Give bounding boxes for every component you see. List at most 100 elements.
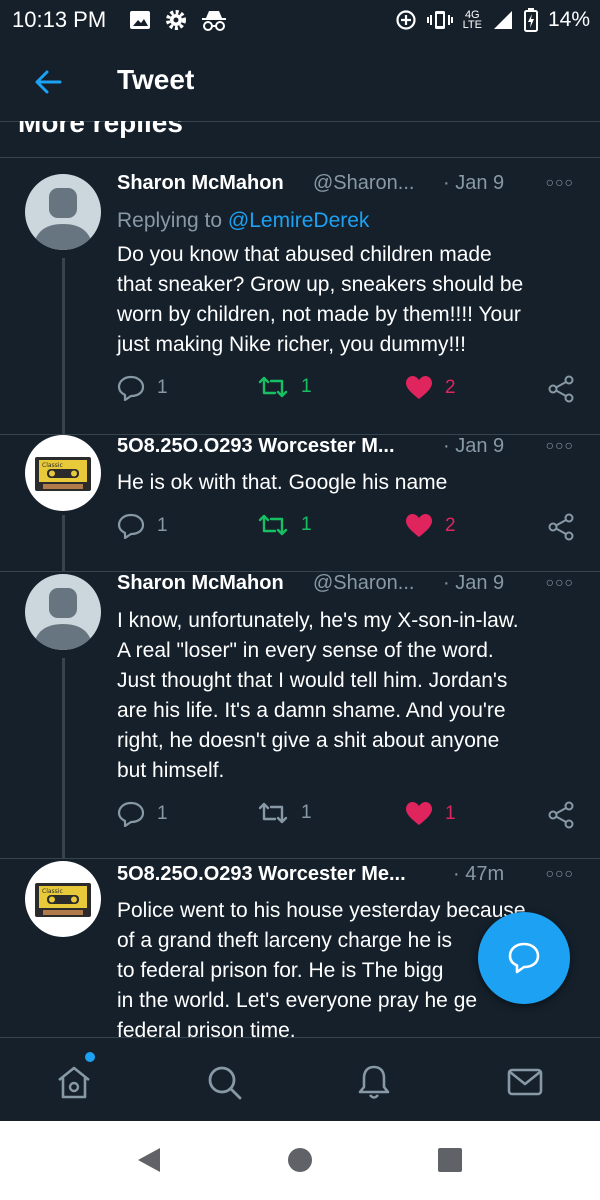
more-options-icon[interactable]: ○○○ bbox=[546, 574, 574, 590]
system-back-icon[interactable] bbox=[136, 1147, 162, 1173]
network-sub-label: LTE bbox=[462, 19, 482, 31]
bottom-navigation bbox=[0, 1037, 600, 1122]
tweet-text-line: right, he doesn't give a shit about anyo… bbox=[117, 729, 500, 752]
tweet-date: · 47m bbox=[453, 863, 505, 885]
battery-icon bbox=[523, 8, 538, 32]
share-button[interactable] bbox=[547, 513, 575, 541]
author-name[interactable]: 5O8.25O.O293 Worcester Me... bbox=[117, 863, 406, 886]
more-options-icon[interactable]: ○○○ bbox=[546, 865, 574, 881]
avatar[interactable]: Classic bbox=[25, 435, 101, 511]
svg-text:Classic: Classic bbox=[42, 462, 63, 469]
replying-to: Replying to @LemireDerek bbox=[117, 209, 369, 233]
like-button[interactable]: 2 bbox=[405, 375, 456, 401]
nav-notifications[interactable] bbox=[354, 1062, 394, 1102]
share-button[interactable] bbox=[547, 375, 575, 403]
section-title: More replies bbox=[18, 121, 183, 138]
like-button[interactable]: 1 bbox=[405, 801, 456, 827]
tweet-text-line: Do you know that abused children made bbox=[117, 243, 492, 266]
tweet-text: He is ok with that. Google his name bbox=[117, 468, 577, 498]
author-handle[interactable]: @Sharon... bbox=[313, 572, 414, 595]
reply-count: 1 bbox=[157, 377, 168, 398]
retweet-button[interactable]: 1 bbox=[257, 513, 312, 537]
status-bar: 10:13 PM 4G LTE 14% bbox=[0, 0, 600, 44]
retweet-count: 1 bbox=[301, 802, 312, 823]
bell-icon bbox=[358, 1065, 390, 1099]
share-icon bbox=[548, 513, 574, 541]
tweet-text-line: worn by children, not made by them!!!! Y… bbox=[117, 303, 521, 326]
tweet-item[interactable]: Classic 5O8.25O.O293 Worcester M... · Ja… bbox=[0, 435, 600, 572]
section-header: More replies bbox=[0, 121, 600, 158]
mention-link[interactable]: @LemireDerek bbox=[228, 209, 370, 232]
author-handle[interactable]: @Sharon... bbox=[313, 172, 414, 195]
like-button[interactable]: 2 bbox=[405, 513, 456, 539]
back-arrow-icon bbox=[35, 70, 62, 94]
retweet-button[interactable]: 1 bbox=[257, 801, 312, 825]
retweet-icon bbox=[258, 514, 288, 536]
like-count: 2 bbox=[445, 377, 456, 398]
tweet-text-line: A real "loser" in every sense of the wor… bbox=[117, 639, 494, 662]
like-count: 1 bbox=[445, 803, 456, 824]
more-options-icon[interactable]: ○○○ bbox=[546, 174, 574, 190]
thread-line bbox=[62, 515, 65, 571]
tweet-date: · Jan 9 bbox=[443, 172, 505, 194]
default-avatar-icon bbox=[33, 588, 93, 650]
avatar[interactable] bbox=[25, 574, 101, 650]
reply-icon bbox=[117, 801, 145, 827]
author-name[interactable]: Sharon McMahon bbox=[117, 572, 284, 595]
share-icon bbox=[548, 801, 574, 829]
like-count: 2 bbox=[445, 515, 456, 536]
reply-count: 1 bbox=[157, 803, 168, 824]
author-name[interactable]: Sharon McMahon bbox=[117, 172, 284, 195]
compose-reply-button[interactable] bbox=[478, 912, 570, 1004]
tweet-date: · Jan 9 bbox=[443, 435, 505, 457]
tweet-text-line: He is ok with that. Google his name bbox=[117, 471, 448, 494]
thread-line bbox=[62, 658, 65, 858]
tweet-actions: 1 1 1 bbox=[117, 801, 587, 831]
retweet-count: 1 bbox=[301, 514, 312, 535]
image-icon bbox=[130, 11, 150, 29]
cassette-avatar-icon: Classic bbox=[35, 457, 91, 491]
tweet-text: Do you know that abused children made th… bbox=[117, 240, 577, 360]
vibrate-icon bbox=[426, 11, 453, 29]
reply-button[interactable]: 1 bbox=[117, 375, 168, 401]
reply-icon bbox=[117, 375, 145, 401]
heart-filled-icon bbox=[406, 376, 432, 399]
reply-count: 1 bbox=[157, 515, 168, 536]
tweet-item[interactable]: Sharon McMahon @Sharon... · Jan 9 ○○○ I … bbox=[0, 572, 600, 859]
share-button[interactable] bbox=[547, 801, 575, 829]
nav-messages[interactable] bbox=[505, 1062, 545, 1102]
tweet-actions: 1 1 2 bbox=[117, 513, 587, 543]
system-recents-button[interactable] bbox=[438, 1148, 462, 1172]
mail-icon bbox=[507, 1068, 543, 1096]
back-button[interactable] bbox=[30, 64, 70, 100]
svg-text:Classic: Classic bbox=[42, 888, 63, 895]
tweet-item[interactable]: Sharon McMahon @Sharon... · Jan 9 ○○○ Re… bbox=[0, 172, 600, 435]
more-options-icon[interactable]: ○○○ bbox=[546, 437, 574, 453]
nav-home[interactable] bbox=[54, 1062, 94, 1102]
avatar[interactable]: Classic bbox=[25, 861, 101, 937]
author-name[interactable]: 5O8.25O.O293 Worcester M... bbox=[117, 435, 395, 458]
system-home-button[interactable] bbox=[288, 1148, 312, 1172]
system-navigation-bar bbox=[0, 1121, 600, 1200]
tweet-text-line: I know, unfortunately, he's my X-son-in-… bbox=[117, 609, 519, 632]
incognito-icon bbox=[202, 11, 226, 31]
reply-button[interactable]: 1 bbox=[117, 801, 168, 827]
replying-label: Replying to bbox=[117, 209, 228, 232]
nav-search[interactable] bbox=[204, 1062, 244, 1102]
cassette-avatar-icon: Classic bbox=[35, 883, 91, 917]
tweet-date: · Jan 9 bbox=[443, 572, 505, 594]
tweet-header: 5O8.25O.O293 Worcester Me... · 47m ○○○ bbox=[117, 863, 586, 893]
new-content-dot bbox=[85, 1052, 95, 1062]
network-type: 4G LTE bbox=[462, 10, 482, 31]
avatar[interactable] bbox=[25, 174, 101, 250]
tweet-header: Sharon McMahon @Sharon... · Jan 9 ○○○ bbox=[117, 172, 586, 202]
retweet-count: 1 bbox=[301, 376, 312, 397]
tweet-actions: 1 1 2 bbox=[117, 375, 587, 405]
tweet-text-line: that sneaker? Grow up, sneakers should b… bbox=[117, 273, 524, 296]
top-app-bar: Tweet bbox=[0, 44, 600, 122]
reply-button[interactable]: 1 bbox=[117, 513, 168, 539]
thread-line bbox=[62, 258, 65, 434]
retweet-button[interactable]: 1 bbox=[257, 375, 312, 399]
tweet-header: 5O8.25O.O293 Worcester M... · Jan 9 ○○○ bbox=[117, 435, 586, 465]
status-time: 10:13 PM bbox=[12, 7, 107, 32]
